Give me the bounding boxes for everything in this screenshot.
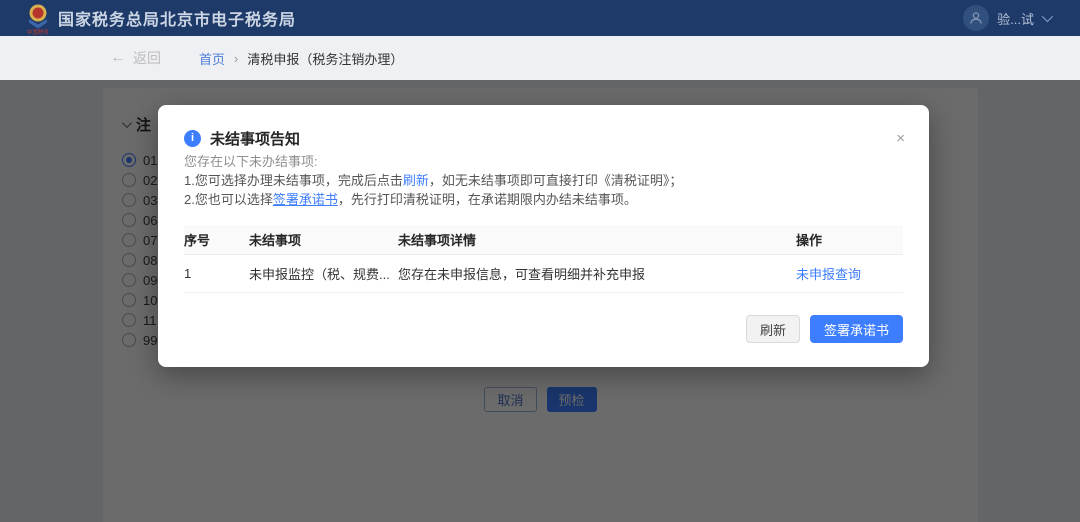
- pending-items-modal: i 未结事项告知 × 您存在以下未办结事项: 1.您可选择办理未结事项，完成后点…: [158, 105, 929, 367]
- instruction-1-text: ，如无未结事项即可直接打印《清税证明》；: [429, 173, 683, 188]
- logo-text: 中国税务: [27, 28, 49, 35]
- sign-commitment-button[interactable]: 签署承诺书: [810, 315, 903, 343]
- modal-footer: 刷新 签署承诺书: [184, 315, 903, 343]
- modal-intro: 您存在以下未办结事项:: [184, 152, 903, 171]
- modal-instruction-2: 2.您也可以选择签署承诺书，先行打印清税证明，在承诺期限内办结未结事项。: [184, 190, 903, 209]
- instruction-2-text: ，先行打印清税证明，在承诺期限内办结未结事项。: [338, 192, 637, 207]
- app-header: 中国税务 国家税务总局北京市电子税务局 验...试: [0, 0, 1080, 36]
- column-header-no: 序号: [184, 230, 249, 249]
- breadcrumb-home-link[interactable]: 首页: [199, 49, 225, 68]
- username: 验...试: [997, 9, 1034, 28]
- cell-item: 未申报监控（税、规费...: [249, 264, 398, 283]
- close-icon[interactable]: ×: [896, 131, 905, 146]
- breadcrumb-bar: ← 返回 首页 › 清税申报（税务注销办理）: [0, 36, 1080, 80]
- pending-items-table: 序号 未结事项 未结事项详情 操作 1 未申报监控（税、规费... 您存在未申报…: [184, 225, 903, 293]
- back-button[interactable]: ← 返回: [110, 48, 161, 68]
- chevron-down-icon: [1042, 11, 1053, 22]
- info-icon: i: [184, 130, 201, 147]
- table-row: 1 未申报监控（税、规费... 您存在未申报信息，可查看明细并补充申报 未申报查…: [184, 255, 903, 293]
- instruction-1-text: 1.您可选择办理未结事项，完成后点击: [184, 173, 403, 188]
- modal-title-row: i 未结事项告知: [184, 127, 903, 149]
- modal-instruction-1: 1.您可选择办理未结事项，完成后点击刷新，如无未结事项即可直接打印《清税证明》；: [184, 171, 903, 190]
- undeclared-query-link[interactable]: 未申报查询: [796, 267, 861, 282]
- app-title: 国家税务总局北京市电子税务局: [58, 6, 296, 30]
- back-arrow-icon: ←: [110, 50, 126, 66]
- table-header-row: 序号 未结事项 未结事项详情 操作: [184, 225, 903, 255]
- instruction-2-text: 2.您也可以选择: [184, 192, 273, 207]
- refresh-button[interactable]: 刷新: [746, 315, 800, 343]
- avatar[interactable]: [963, 5, 989, 31]
- tax-bureau-logo-icon: 中国税务: [27, 3, 49, 35]
- cell-no: 1: [184, 266, 249, 281]
- column-header-action: 操作: [796, 230, 903, 249]
- sign-commitment-link[interactable]: 签署承诺书: [273, 192, 338, 207]
- back-label: 返回: [133, 48, 161, 68]
- user-icon: [968, 10, 984, 26]
- breadcrumb-separator: ›: [234, 51, 238, 66]
- cell-detail: 您存在未申报信息，可查看明细并补充申报: [398, 264, 796, 283]
- breadcrumb-current: 清税申报（税务注销办理）: [247, 49, 403, 68]
- column-header-detail: 未结事项详情: [398, 230, 796, 249]
- modal-title: 未结事项告知: [210, 128, 300, 149]
- modal-body-text: 您存在以下未办结事项: 1.您可选择办理未结事项，完成后点击刷新，如无未结事项即…: [184, 152, 903, 209]
- refresh-link[interactable]: 刷新: [403, 173, 429, 188]
- user-menu[interactable]: 验...试: [963, 5, 1080, 31]
- column-header-item: 未结事项: [249, 230, 398, 249]
